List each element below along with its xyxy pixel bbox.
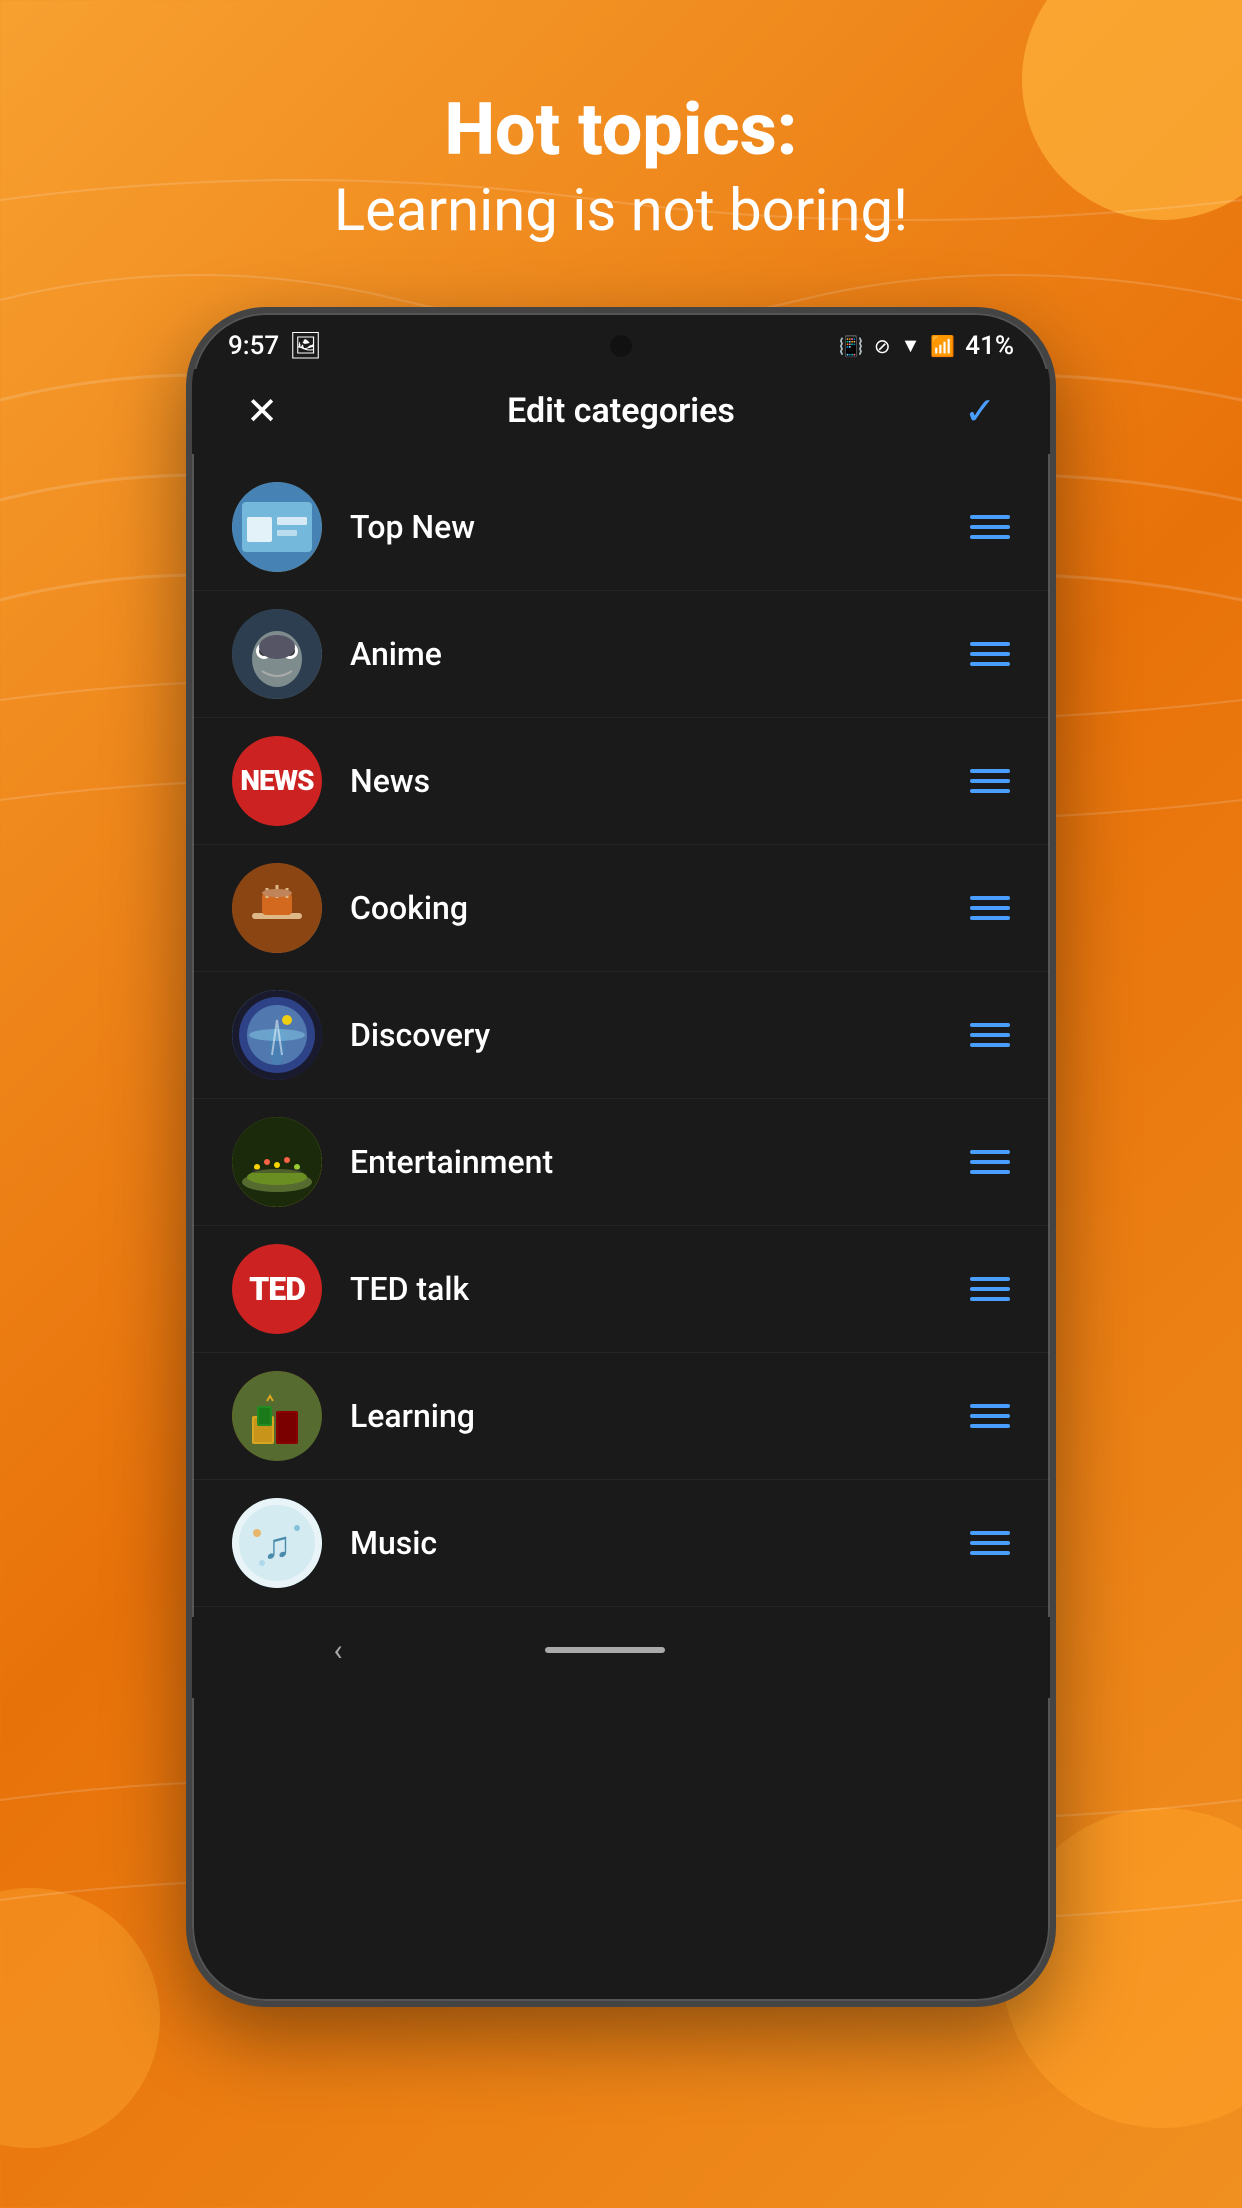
drag-handle-discovery[interactable] [970, 1023, 1010, 1047]
hero-header: Hot topics: Learning is not boring! [334, 90, 908, 247]
close-button[interactable]: ✕ [232, 389, 292, 434]
status-right: 📳 ⊘ ▼ 📶 41% [839, 331, 1014, 361]
back-button[interactable]: ‹ [333, 1633, 342, 1668]
avatar-learning [232, 1371, 322, 1461]
wifi-icon: ▼ [901, 333, 921, 358]
category-label-cooking: Cooking [350, 889, 970, 927]
avatar-cooking [232, 863, 322, 953]
photo-icon: 🖼 [289, 331, 322, 361]
dnd-icon: ⊘ [874, 334, 891, 358]
list-item[interactable]: Learning [192, 1353, 1050, 1480]
drag-handle-topnew[interactable] [970, 515, 1010, 539]
category-label-discovery: Discovery [350, 1016, 970, 1054]
avatar-discovery [232, 990, 322, 1080]
list-item[interactable]: TED TED talk [192, 1226, 1050, 1353]
drag-handle-music[interactable] [970, 1531, 1010, 1555]
hero-title-line1: Hot topics: [334, 90, 908, 169]
news-avatar-text: NEWS [240, 764, 313, 797]
list-item[interactable]: Top New [192, 464, 1050, 591]
app-header: ✕ Edit categories ✓ [192, 369, 1050, 454]
camera-hole [610, 335, 632, 357]
category-label-news: News [350, 762, 970, 800]
category-label-topnew: Top New [350, 508, 970, 546]
vibrate-icon: 📳 [839, 334, 864, 358]
hero-title-line2: Learning is not boring! [334, 177, 908, 247]
category-label-music: Music [350, 1524, 970, 1562]
drag-handle-news[interactable] [970, 769, 1010, 793]
list-item[interactable]: Entertainment [192, 1099, 1050, 1226]
phone-mockup: 9:57 🖼 📳 ⊘ ▼ 📶 41% ✕ Edit categories ✓ [186, 307, 1056, 2007]
list-item[interactable]: NEWS News [192, 718, 1050, 845]
category-label-entertainment: Entertainment [350, 1143, 970, 1181]
status-left: 9:57 🖼 [228, 331, 322, 361]
list-item[interactable]: ♫ Music [192, 1480, 1050, 1607]
avatar-topnew [232, 482, 322, 572]
category-label-anime: Anime [350, 635, 970, 673]
avatar-entertainment [232, 1117, 322, 1207]
avatar-ted: TED [232, 1244, 322, 1334]
avatar-news: NEWS [232, 736, 322, 826]
list-item[interactable]: Cooking [192, 845, 1050, 972]
phone-bottom-nav: ‹ [192, 1617, 1050, 1698]
avatar-anime [232, 609, 322, 699]
phone-frame: 9:57 🖼 📳 ⊘ ▼ 📶 41% ✕ Edit categories ✓ [186, 307, 1056, 2007]
home-indicator[interactable] [545, 1647, 665, 1653]
drag-handle-ted[interactable] [970, 1277, 1010, 1301]
category-list: Top New Anime NEWS News [192, 454, 1050, 1617]
list-item[interactable]: Discovery [192, 972, 1050, 1099]
status-time: 9:57 [228, 331, 279, 361]
drag-handle-entertainment[interactable] [970, 1150, 1010, 1174]
drag-handle-cooking[interactable] [970, 896, 1010, 920]
list-item[interactable]: Anime [192, 591, 1050, 718]
drag-handle-learning[interactable] [970, 1404, 1010, 1428]
confirm-button[interactable]: ✓ [950, 389, 1010, 434]
app-title: Edit categories [292, 391, 950, 431]
signal-icon: 📶 [930, 334, 955, 358]
avatar-music: ♫ [232, 1498, 322, 1588]
svg-text:♫: ♫ [263, 1524, 292, 1568]
drag-handle-anime[interactable] [970, 642, 1010, 666]
battery-text: 41% [965, 331, 1014, 361]
ted-avatar-text: TED [249, 1270, 305, 1308]
category-label-ted: TED talk [350, 1270, 970, 1308]
category-label-learning: Learning [350, 1397, 970, 1435]
